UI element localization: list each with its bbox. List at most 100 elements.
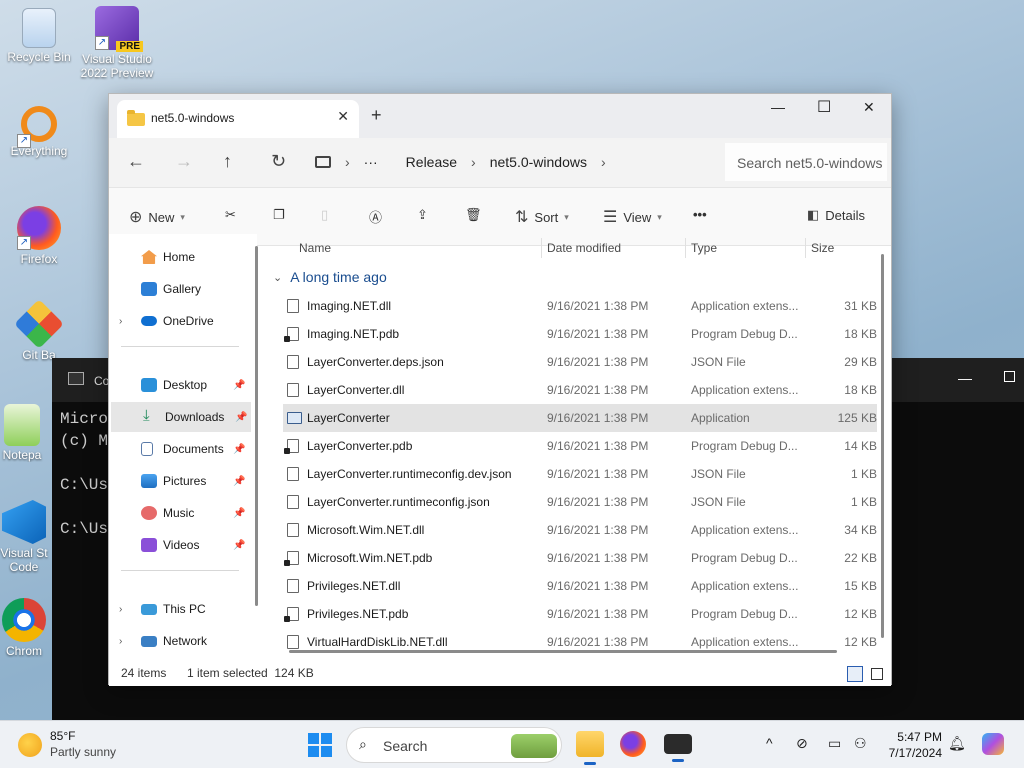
breadcrumb-item[interactable]: Release bbox=[406, 154, 457, 170]
breadcrumb[interactable]: › ··· Release › net5.0-windows › bbox=[315, 143, 719, 181]
weather-widget[interactable]: 85°F Partly sunny bbox=[18, 729, 116, 759]
column-divider bbox=[541, 238, 542, 258]
chevron-right-icon[interactable]: › bbox=[119, 604, 122, 615]
console-maximize-button[interactable] bbox=[1004, 371, 1015, 382]
table-row[interactable]: LayerConverter.runtimeconfig.json 9/16/20… bbox=[283, 488, 877, 516]
vertical-scrollbar[interactable] bbox=[881, 254, 884, 638]
forward-arrow-icon[interactable]: → bbox=[175, 151, 193, 172]
desktop-icon-everything[interactable]: ↗ Everything bbox=[0, 106, 78, 158]
column-header-type[interactable]: Type bbox=[691, 234, 717, 260]
up-arrow-icon[interactable]: ↑ bbox=[223, 151, 232, 172]
search-input[interactable]: Search net5.0-windows bbox=[725, 143, 887, 181]
breadcrumb-item[interactable]: net5.0-windows bbox=[490, 154, 587, 170]
back-arrow-icon[interactable]: ← bbox=[127, 151, 145, 172]
sidebar-item-documents[interactable]: Documents 📌 bbox=[109, 434, 249, 464]
column-header-size[interactable]: Size bbox=[811, 234, 834, 260]
firefox-taskbar-icon[interactable] bbox=[620, 731, 646, 757]
sidebar-item-desktop[interactable]: Desktop 📌 bbox=[109, 370, 249, 400]
desktop-icon-git-bash[interactable]: Git Ba bbox=[0, 299, 78, 362]
sidebar-item-videos[interactable]: Videos 📌 bbox=[109, 530, 249, 560]
chevron-right-icon[interactable]: › bbox=[119, 316, 122, 327]
new-button[interactable]: ⊕ New ▾ bbox=[129, 207, 185, 227]
sidebar-item-music[interactable]: Music 📌 bbox=[109, 498, 249, 528]
notification-bell-icon[interactable]: 🔔︎ bbox=[948, 735, 966, 752]
sidebar-scrollbar[interactable] bbox=[255, 246, 258, 606]
column-header-name[interactable]: Name bbox=[299, 234, 331, 260]
chevron-up-icon[interactable]: ^ bbox=[766, 735, 773, 751]
table-row[interactable]: Privileges.NET.dll 9/16/2021 1:38 PM Appli… bbox=[283, 572, 877, 600]
clock[interactable]: 5:47 PM 7/17/2024 bbox=[884, 729, 942, 761]
display-icon[interactable]: ▭ bbox=[828, 735, 841, 752]
sidebar-item-this-pc[interactable]: › This PC bbox=[109, 594, 249, 624]
monitor-icon[interactable] bbox=[315, 156, 331, 168]
network-status-icon[interactable]: ⊘ bbox=[796, 735, 808, 752]
table-row[interactable]: LayerConverter 9/16/2021 1:38 PM Applicati… bbox=[283, 404, 877, 432]
copy-icon[interactable]: ❐ bbox=[273, 207, 285, 223]
sidebar-item-onedrive[interactable]: › OneDrive bbox=[109, 306, 249, 336]
table-row[interactable]: Microsoft.Wim.NET.pdb 9/16/2021 1:38 PM Pr… bbox=[283, 544, 877, 572]
navigation-pane[interactable]: Home Gallery › OneDrive Desktop 📌 ⤓ Down… bbox=[109, 234, 258, 666]
rename-icon[interactable]: Ⓐ bbox=[369, 207, 382, 226]
desktop-icon-label: Everything bbox=[10, 144, 68, 158]
tiles-view-toggle[interactable] bbox=[871, 668, 883, 680]
table-row[interactable]: LayerConverter.runtimeconfig.dev.json 9/1… bbox=[283, 460, 877, 488]
sidebar-item-pictures[interactable]: Pictures 📌 bbox=[109, 466, 249, 496]
desktop-icon-label: Notepa bbox=[2, 448, 42, 462]
sidebar-item-home[interactable]: Home bbox=[109, 242, 249, 272]
table-row[interactable]: Imaging.NET.dll 9/16/2021 1:38 PM Applicat… bbox=[283, 292, 877, 320]
recycle-bin-icon bbox=[22, 8, 56, 48]
file-explorer-taskbar-icon[interactable] bbox=[576, 731, 604, 765]
sidebar-item-gallery[interactable]: Gallery bbox=[109, 274, 249, 304]
terminal-taskbar-icon[interactable] bbox=[664, 734, 692, 762]
chevron-right-icon: › bbox=[471, 154, 476, 170]
table-row[interactable]: Imaging.NET.pdb 9/16/2021 1:38 PM Program … bbox=[283, 320, 877, 348]
horizontal-scrollbar[interactable] bbox=[289, 650, 837, 653]
file-explorer-window[interactable]: net5.0-windows ✕ + — ☐ ✕ ← → ↑ ↻ › ··· R… bbox=[108, 93, 892, 686]
console-minimize-button[interactable]: — bbox=[958, 370, 972, 386]
desktop-icon-firefox[interactable]: ↗ Firefox bbox=[0, 206, 78, 266]
cut-icon[interactable]: ✂ bbox=[225, 207, 236, 223]
column-header-date-modified[interactable]: Date modified bbox=[547, 234, 621, 260]
details-pane-button[interactable]: ◧ Details bbox=[807, 207, 865, 223]
file-list[interactable]: Name Date modified Type Size ⌄ A long ti… bbox=[259, 234, 891, 666]
table-row[interactable]: LayerConverter.deps.json 9/16/2021 1:38 P… bbox=[283, 348, 877, 376]
minimize-button[interactable]: — bbox=[771, 99, 785, 115]
more-locations-button[interactable]: ··· bbox=[364, 154, 378, 170]
table-row[interactable]: LayerConverter.dll 9/16/2021 1:38 PM Appli… bbox=[283, 376, 877, 404]
group-header[interactable]: ⌄ A long time ago bbox=[273, 269, 387, 285]
sidebar-item-downloads[interactable]: ⤓ Downloads 📌 bbox=[111, 402, 251, 432]
desktop-icon-recycle-bin[interactable]: Recycle Bin bbox=[0, 8, 78, 64]
tab-net5-windows[interactable]: net5.0-windows ✕ bbox=[117, 100, 359, 138]
maximize-button[interactable]: ☐ bbox=[817, 97, 831, 117]
selection-info: 1 item selected 124 KB bbox=[187, 666, 314, 680]
details-label: Details bbox=[825, 207, 866, 223]
start-button[interactable] bbox=[308, 733, 332, 757]
plus-circle-icon: ⊕ bbox=[129, 209, 143, 226]
close-button[interactable]: ✕ bbox=[863, 99, 875, 116]
taskbar-search-box[interactable]: ⌕ Search bbox=[346, 727, 562, 763]
desktop-icon-chrome[interactable]: Chrom bbox=[0, 598, 52, 658]
explorer-titlebar[interactable]: net5.0-windows ✕ + — ☐ ✕ bbox=[109, 94, 891, 138]
file-name: LayerConverter.runtimeconfig.json bbox=[307, 495, 490, 509]
more-options-button[interactable]: ••• bbox=[693, 207, 707, 222]
desktop-icon-notepad[interactable]: Notepa bbox=[0, 404, 52, 462]
refresh-icon[interactable]: ↻ bbox=[271, 151, 286, 172]
desktop-icon-vscode[interactable]: Visual St Code bbox=[0, 500, 52, 574]
share-icon[interactable]: ⇪ bbox=[417, 207, 428, 223]
table-row[interactable]: LayerConverter.pdb 9/16/2021 1:38 PM Progr… bbox=[283, 432, 877, 460]
sidebar-item-label: Downloads bbox=[165, 410, 225, 424]
close-tab-icon[interactable]: ✕ bbox=[337, 108, 349, 125]
delete-icon[interactable]: 🗑 bbox=[465, 207, 482, 223]
accessibility-icon[interactable]: ⚇ bbox=[854, 735, 867, 752]
details-view-toggle[interactable] bbox=[847, 666, 863, 682]
table-row[interactable]: Microsoft.Wim.NET.dll 9/16/2021 1:38 PM Ap… bbox=[283, 516, 877, 544]
sidebar-item-network[interactable]: › Network bbox=[109, 626, 249, 656]
chevron-right-icon[interactable]: › bbox=[119, 636, 122, 647]
sort-button[interactable]: ⇅ Sort ▾ bbox=[515, 207, 569, 227]
new-tab-button[interactable]: + bbox=[371, 105, 382, 126]
view-button[interactable]: ☰ View ▾ bbox=[603, 207, 662, 227]
copilot-icon[interactable] bbox=[982, 733, 1004, 755]
desktop-icon-visual-studio-preview[interactable]: PRE ↗ Visual Studio 2022 Preview bbox=[78, 6, 156, 80]
table-row[interactable]: Privileges.NET.pdb 9/16/2021 1:38 PM Progr… bbox=[283, 600, 877, 628]
paste-icon[interactable]: ▯ bbox=[321, 207, 328, 223]
